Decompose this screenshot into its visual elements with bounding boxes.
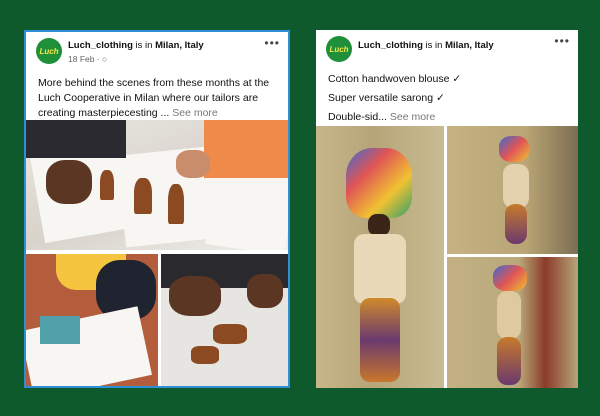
post-caption: Cotton handwoven blouse ✓ Super versatil… — [328, 70, 568, 127]
post-meta: 18 Feb · ○ — [68, 54, 108, 64]
caption-text: More behind the scenes from these months… — [38, 77, 270, 119]
sketch-figure — [134, 178, 152, 214]
headwrap — [493, 265, 527, 291]
see-more-link[interactable]: See more — [390, 111, 436, 123]
photo-tailor-drawing[interactable] — [26, 254, 158, 386]
post-caption: More behind the scenes from these months… — [38, 76, 278, 121]
post-author-line: Luch_clothing is in Milan, Italy — [358, 40, 494, 51]
sarong — [505, 204, 527, 244]
headwrap — [499, 136, 529, 162]
connector-text: is in — [422, 40, 446, 51]
caption-line-3: Double-sid... — [328, 111, 387, 123]
photo-model-wall[interactable] — [447, 126, 578, 254]
location-link[interactable]: Milan, Italy — [155, 40, 204, 51]
avatar[interactable]: Luch — [326, 36, 352, 62]
hand — [247, 274, 283, 308]
more-dots-icon[interactable]: ••• — [554, 34, 570, 48]
location-link[interactable]: Milan, Italy — [445, 40, 494, 51]
hand — [176, 150, 210, 178]
post-card-behind-the-scenes[interactable]: Luch Luch_clothing is in Milan, Italy 18… — [24, 30, 290, 388]
photo-model-side[interactable] — [447, 257, 578, 388]
sarong — [497, 337, 521, 385]
fabric-swatch — [40, 316, 80, 344]
post-card-outfit[interactable]: Luch Luch_clothing is in Milan, Italy ••… — [316, 30, 578, 388]
see-more-link[interactable]: See more — [172, 107, 218, 119]
account-name-link[interactable]: Luch_clothing — [68, 40, 133, 51]
more-dots-icon[interactable]: ••• — [264, 36, 280, 50]
avatar[interactable]: Luch — [36, 38, 62, 64]
caption-line-1: Cotton handwoven blouse ✓ — [328, 73, 462, 85]
blouse — [354, 234, 406, 304]
photo-hand-sketching[interactable] — [161, 254, 288, 386]
hand — [169, 276, 221, 316]
sketch-figure — [168, 184, 184, 224]
caption-line-2: Super versatile sarong ✓ — [328, 92, 445, 104]
dark-sleeve — [26, 120, 126, 158]
blouse — [497, 291, 521, 339]
blouse — [503, 164, 529, 208]
photo-model-full[interactable] — [316, 126, 444, 388]
sarong — [360, 298, 400, 382]
post-header: Luch Luch_clothing is in Milan, Italy ••… — [316, 30, 578, 70]
account-name-link[interactable]: Luch_clothing — [358, 40, 423, 51]
sketch-figure — [213, 324, 247, 344]
photo-sketches-on-table[interactable] — [26, 120, 288, 250]
connector-text: is in — [132, 40, 156, 51]
orange-sleeve — [204, 120, 288, 178]
headwrap — [346, 148, 412, 218]
post-author-line: Luch_clothing is in Milan, Italy — [68, 40, 204, 51]
sketch-figure — [191, 346, 219, 364]
post-date[interactable]: 18 Feb — [68, 54, 94, 64]
sketch-figure — [100, 170, 114, 200]
post-header: Luch Luch_clothing is in Milan, Italy 18… — [26, 32, 288, 72]
hand — [46, 160, 92, 204]
face — [368, 214, 390, 236]
globe-icon: ○ — [102, 54, 108, 64]
